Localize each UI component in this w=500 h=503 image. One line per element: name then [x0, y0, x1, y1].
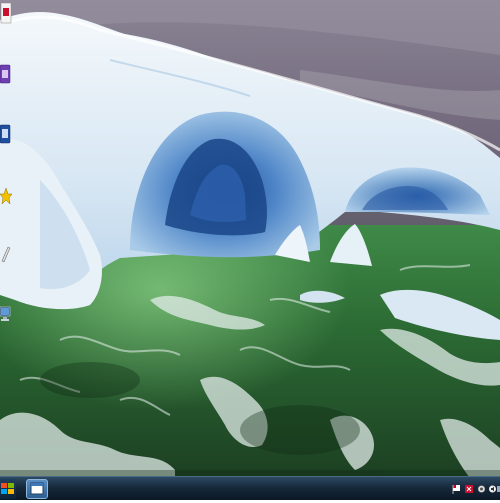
antivirus-icon[interactable] [465, 484, 474, 494]
pdf-document-icon [0, 2, 12, 24]
volume-icon[interactable] [488, 484, 497, 494]
desktop [0, 0, 500, 500]
computer-icon [0, 306, 11, 321]
network-icon[interactable] [477, 484, 486, 494]
window-app-icon [30, 482, 44, 495]
star-shortcut-icon [0, 187, 12, 205]
flag-icon[interactable] [452, 484, 461, 494]
desktop-wallpaper [0, 0, 500, 480]
pen-tool-icon [1, 246, 11, 263]
blue-app-icon [0, 124, 11, 144]
taskbar-app-button[interactable] [26, 479, 48, 499]
start-button[interactable] [0, 479, 16, 499]
purple-app-icon [0, 64, 11, 84]
taskbar [0, 476, 500, 500]
start-icon [1, 483, 14, 494]
